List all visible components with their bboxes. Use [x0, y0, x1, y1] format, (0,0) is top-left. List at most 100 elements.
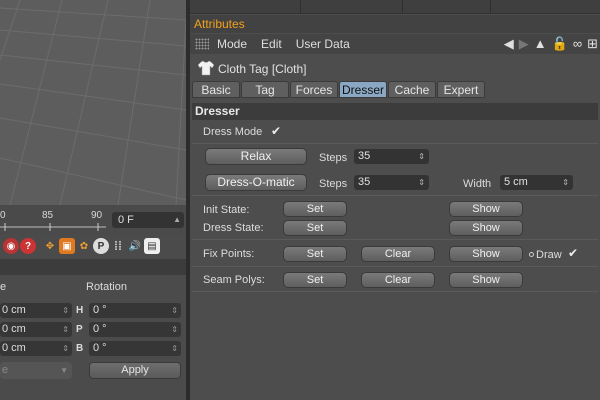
tag-header: Cloth Tag [Cloth]	[190, 57, 600, 79]
rotation-value: 0 °	[93, 342, 107, 354]
dress-state-show-button[interactable]: Show	[449, 220, 523, 236]
stepper-arrows-icon[interactable]: ▲	[173, 212, 181, 228]
parameter-icon[interactable]: P	[93, 238, 109, 254]
seam-polys-clear-button[interactable]: Clear	[361, 272, 435, 288]
stepper-arrows-icon[interactable]: ⇕	[62, 303, 69, 318]
dress-mode-label: Dress Mode	[203, 126, 263, 138]
divider	[192, 195, 598, 196]
stepper-arrows-icon[interactable]: ⇕	[171, 322, 178, 337]
position-value: 0 cm	[2, 342, 26, 354]
move-icon[interactable]: ✥	[42, 238, 58, 254]
apply-button[interactable]: Apply	[89, 362, 181, 379]
stepper-arrows-icon[interactable]: ⇕	[171, 341, 178, 356]
position-field[interactable]: 0 cm ⇕	[0, 322, 72, 337]
perspective-grid	[0, 0, 186, 205]
fix-points-clear-button[interactable]: Clear	[361, 246, 435, 262]
draw-checkbox[interactable]: ✔	[568, 246, 578, 260]
coord-row-h: 0 cm ⇕ H 0 ° ⇕	[0, 303, 186, 319]
rotation-h-field[interactable]: 0 ° ⇕	[89, 303, 181, 318]
rotation-axis-label: P	[76, 324, 83, 335]
seam-polys-show-button[interactable]: Show	[449, 272, 523, 288]
tab-expert[interactable]: Expert	[437, 81, 485, 98]
relax-steps-field[interactable]: 35 ⇕	[354, 149, 429, 164]
scale-icon[interactable]: ▣	[59, 238, 75, 254]
rotation-p-field[interactable]: 0 ° ⇕	[89, 322, 181, 337]
grip-icon[interactable]	[195, 38, 209, 50]
relax-button[interactable]: Relax	[205, 148, 307, 165]
stepper-arrows-icon[interactable]: ⇕	[418, 175, 425, 190]
new-panel-icon[interactable]: ⊞	[587, 36, 598, 52]
draw-label: Draw	[536, 249, 562, 261]
dressomatic-steps-field[interactable]: 35 ⇕	[354, 175, 429, 190]
tab-dresser[interactable]: Dresser	[339, 81, 387, 98]
tab-forces[interactable]: Forces	[290, 81, 338, 98]
width-field[interactable]: 5 cm ⇕	[500, 175, 573, 190]
tab-tag[interactable]: Tag	[241, 81, 289, 98]
tab-cache[interactable]: Cache	[388, 81, 436, 98]
divider	[192, 266, 598, 267]
dress-o-matic-button[interactable]: Dress-O-matic	[205, 174, 307, 191]
link-icon[interactable]: ∞	[573, 36, 582, 52]
seam-polys-label: Seam Polys:	[203, 274, 265, 286]
rotation-b-field[interactable]: 0 ° ⇕	[89, 341, 181, 356]
top-strip	[190, 0, 600, 14]
position-field[interactable]: 0 cm ⇕	[0, 303, 72, 318]
menu-bar: Mode Edit User Data ◀ ▶ ▲ 🔓 ∞ ⊞	[190, 34, 600, 54]
up-arrow-icon[interactable]: ▲	[534, 36, 547, 52]
stepper-arrows-icon[interactable]: ⇕	[418, 149, 425, 164]
coords-bottom-row: e ▼ Apply	[0, 362, 186, 380]
coord-row-p: 0 cm ⇕ P 0 ° ⇕	[0, 322, 186, 338]
position-value: 0 cm	[2, 304, 26, 316]
dress-state-set-button[interactable]: Set	[283, 220, 347, 236]
divider	[192, 239, 598, 240]
tab-bar: Basic Tag Forces Dresser Cache Expert	[192, 81, 486, 99]
menu-user-data[interactable]: User Data	[296, 37, 350, 51]
coordinates-header: e Rotation	[0, 279, 186, 295]
divider	[192, 143, 598, 144]
rotation-header: Rotation	[86, 281, 127, 293]
width-label: Width	[463, 178, 492, 190]
back-arrow-icon[interactable]: ◀	[504, 36, 514, 52]
position-field[interactable]: 0 cm ⇕	[0, 341, 72, 356]
dressomatic-steps-label: Steps	[319, 178, 348, 190]
stepper-arrows-icon[interactable]: ⇕	[562, 175, 569, 190]
sound-icon[interactable]: 🔊	[127, 238, 143, 254]
fix-points-set-button[interactable]: Set	[283, 246, 347, 262]
help-icon[interactable]: ?	[20, 238, 36, 254]
rotate-icon[interactable]: ✿	[76, 238, 92, 254]
section-title: Dresser	[192, 103, 598, 120]
dress-mode-checkbox[interactable]: ✔	[271, 124, 281, 138]
attributes-panel: Attributes Mode Edit User Data ◀ ▶ ▲ 🔓 ∞…	[190, 0, 600, 400]
document-icon[interactable]: ▤	[144, 238, 160, 254]
fix-points-show-button[interactable]: Show	[449, 246, 523, 262]
tab-basic[interactable]: Basic	[192, 81, 240, 98]
position-header: e	[0, 281, 7, 293]
stepper-arrows-icon[interactable]: ⇕	[62, 341, 69, 356]
timeline-tick-label: 90	[91, 210, 103, 221]
stepper-arrows-icon[interactable]: ⇕	[62, 322, 69, 337]
menu-edit[interactable]: Edit	[261, 37, 282, 51]
relax-steps-value: 35	[358, 150, 371, 162]
draw-radio-icon[interactable]	[529, 252, 534, 257]
stepper-arrows-icon[interactable]: ⇕	[171, 303, 178, 318]
grid-dots-icon[interactable]: ⁞⁞	[110, 238, 126, 254]
coordinates-bar	[0, 259, 186, 275]
nav-icons: ◀ ▶ ▲ 🔓 ∞ ⊞	[504, 36, 598, 52]
3d-viewport[interactable]	[0, 0, 186, 205]
rotation-axis-label: B	[76, 343, 84, 354]
init-state-show-button[interactable]: Show	[449, 201, 523, 217]
init-state-set-button[interactable]: Set	[283, 201, 347, 217]
rotation-value: 0 °	[93, 304, 107, 316]
dress-state-label: Dress State:	[203, 222, 264, 234]
forward-arrow-icon[interactable]: ▶	[519, 36, 529, 52]
menu-mode[interactable]: Mode	[217, 37, 247, 51]
seam-polys-set-button[interactable]: Set	[283, 272, 347, 288]
tag-name: Cloth Tag [Cloth]	[218, 62, 307, 76]
lock-icon[interactable]: 🔓	[552, 36, 568, 52]
record-keys-icon[interactable]: ◉	[3, 238, 19, 254]
current-frame-field[interactable]: 0 F ▲	[112, 212, 184, 228]
coordinate-mode-dropdown[interactable]: e ▼	[0, 362, 72, 379]
width-value: 5 cm	[504, 176, 528, 188]
timeline-tick-label: 85	[42, 210, 54, 221]
rotation-value: 0 °	[93, 323, 107, 335]
